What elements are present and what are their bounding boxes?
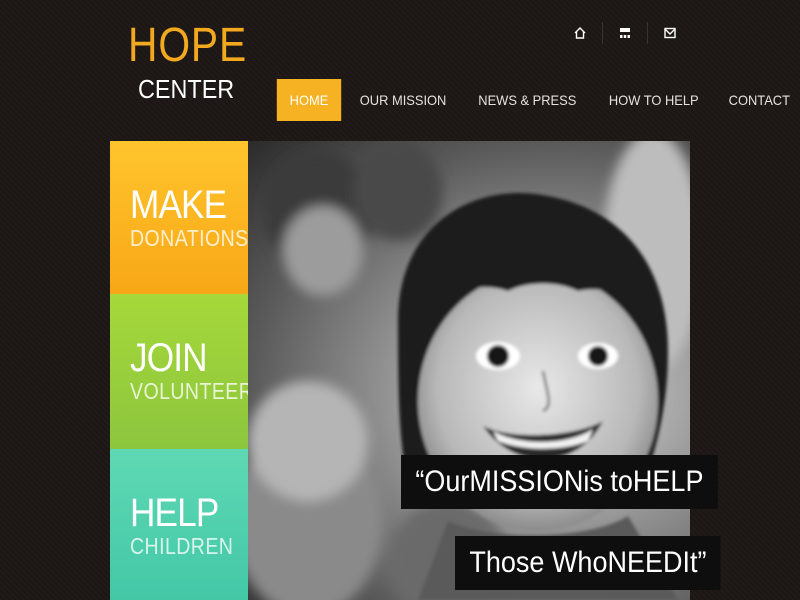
logo-hope: HOPE: [128, 19, 248, 72]
sitemap-icon[interactable]: [615, 23, 635, 43]
hero-quote-line-2: Those WhoNEEDIt”: [455, 536, 721, 590]
logo-center: CENTER: [138, 74, 235, 104]
nav-news-press[interactable]: NEWS & PRESS: [467, 79, 587, 121]
tile-title: MAKE: [130, 183, 227, 227]
utility-divider: [602, 22, 603, 44]
help-children-tile[interactable]: HELP CHILDREN: [110, 449, 248, 600]
make-donations-tile[interactable]: MAKE DONATIONS: [110, 141, 258, 294]
tile-subtitle: CHILDREN: [130, 533, 234, 559]
mail-icon[interactable]: [660, 23, 680, 43]
tile-subtitle: DONATIONS: [130, 225, 249, 251]
nav-home[interactable]: HOME: [276, 79, 342, 121]
tile-title: JOIN: [130, 336, 208, 380]
action-tiles: MAKE DONATIONS JOIN VOLUNTEER HELP CHILD…: [110, 141, 258, 600]
utility-links: [570, 22, 680, 44]
tile-subtitle: VOLUNTEER: [130, 378, 254, 404]
nav-how-to-help[interactable]: HOW TO HELP: [598, 79, 710, 121]
nav-contact[interactable]: CONTACT: [718, 79, 800, 121]
utility-divider: [647, 22, 648, 44]
home-icon[interactable]: [570, 23, 590, 43]
main-nav: HOME OUR MISSION NEWS & PRESS HOW TO HEL…: [274, 79, 800, 121]
nav-our-mission[interactable]: OUR MISSION: [349, 79, 458, 121]
site-logo[interactable]: HOPE CENTER: [128, 19, 268, 104]
children-photo-illustration: [248, 141, 690, 600]
hero-quote-line-1: “OurMISSIONis toHELP: [401, 455, 718, 509]
hero-photo: [248, 141, 690, 600]
tile-title: HELP: [130, 491, 219, 535]
join-volunteer-tile[interactable]: JOIN VOLUNTEER: [110, 294, 253, 449]
